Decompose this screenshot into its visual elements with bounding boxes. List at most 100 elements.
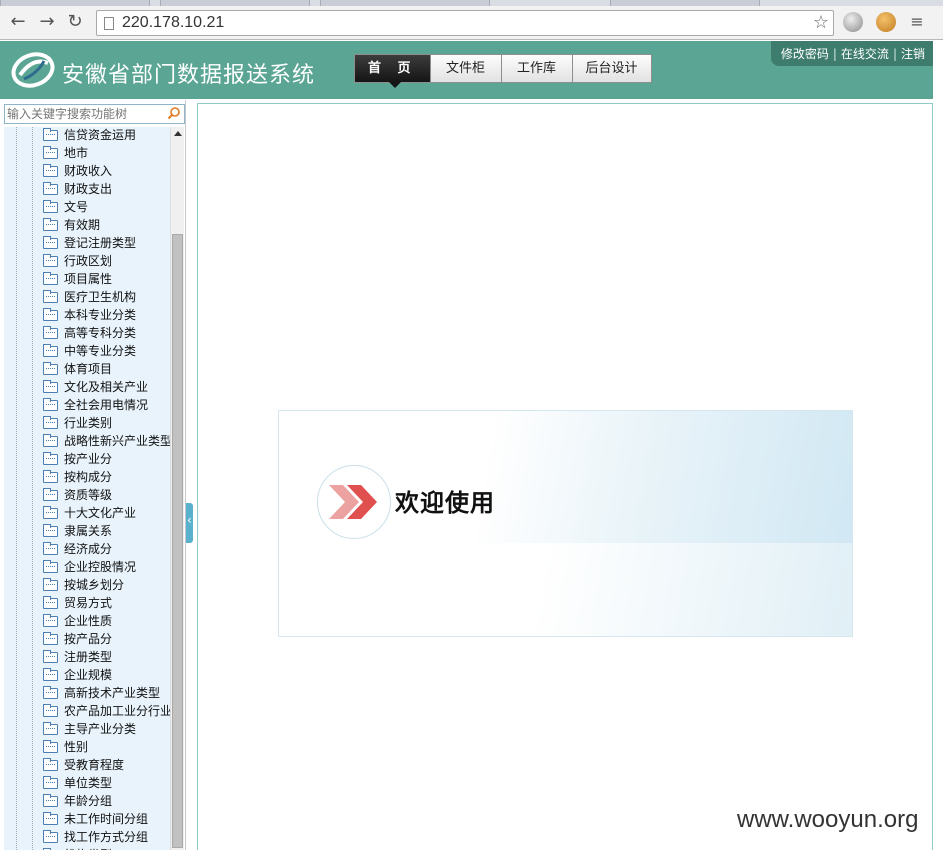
reload-icon[interactable]: ↻ [64,11,86,33]
top-navigation: 首 页 文件柜 工作库 后台设计 [354,54,652,88]
folder-icon [43,218,58,231]
tree-item-label: 本科专业分类 [64,308,137,322]
tree-item[interactable]: 行政区划 [4,252,170,270]
search-icon[interactable] [167,106,181,120]
tree-item[interactable]: 主导产业分类 [4,720,170,738]
folder-icon [43,524,58,537]
back-arrow-icon[interactable]: ← [7,11,29,33]
address-bar[interactable]: 220.178.10.21 ☆ [96,10,834,36]
scroll-up-arrow-icon[interactable] [174,131,182,136]
tree-item[interactable]: 找工作方式分组 [4,828,170,846]
tree-item[interactable]: 项目属性 [4,270,170,288]
app-header: 安徽省部门数据报送系统 首 页 文件柜 工作库 后台设计 修改密码 | 在线交流… [0,41,933,99]
tree-item-label: 高等专科分类 [64,326,137,340]
folder-icon [43,614,58,627]
tree-item[interactable]: 隶属关系 [4,522,170,540]
tree-item[interactable]: 受教育程度 [4,756,170,774]
tree-item-label: 高新技术产业类型 [64,686,161,700]
tree-item-label: 贸易方式 [64,596,113,610]
tree-item-label: 按城乡划分 [64,578,125,592]
tree-item[interactable]: 按城乡划分 [4,576,170,594]
folder-icon [43,362,58,375]
tree-item[interactable]: 性别 [4,738,170,756]
tree-item[interactable]: 贸易方式 [4,594,170,612]
tree-item[interactable]: 农产品加工业分行业 [4,702,170,720]
tree-item[interactable]: 财政收入 [4,162,170,180]
tab-backend-design[interactable]: 后台设计 [571,54,652,83]
tree-item-label: 文号 [64,200,89,214]
menu-icon[interactable]: ≡ [906,11,928,33]
page-icon [104,17,114,30]
tree-item[interactable]: 资质等级 [4,486,170,504]
tree-item[interactable]: 按产业分 [4,450,170,468]
tree-item[interactable]: 文号 [4,198,170,216]
folder-icon [43,290,58,303]
bookmark-star-icon[interactable]: ☆ [813,12,829,33]
tree-item[interactable]: 按产品分 [4,630,170,648]
app-title: 安徽省部门数据报送系统 [62,63,316,88]
tree-item-label: 农产品加工业分行业 [64,704,170,718]
tree-item[interactable]: 注册类型 [4,648,170,666]
change-password-link[interactable]: 修改密码 [781,45,829,62]
tree-item[interactable]: 登记注册类型 [4,234,170,252]
tree-item[interactable]: 本科专业分类 [4,306,170,324]
function-tree: 信贷资金运用 地市 财政收入 财政支出文号有效期 登记注册类型 行政区划项目属性医疗卫生机… [4,127,170,850]
tree-item-label: 资质等级 [64,488,113,502]
tree-item[interactable]: 单位类型 [4,774,170,792]
tree-item[interactable]: 中等专业分类 [4,342,170,360]
tree-item[interactable]: 全社会用电情况 [4,396,170,414]
tree-item-label: 企业控股情况 [64,560,137,574]
folder-icon [43,704,58,717]
tree-item[interactable]: 十大文化产业 [4,504,170,522]
tree-item[interactable]: 企业规模 [4,666,170,684]
tab-file-cabinet[interactable]: 文件柜 [429,54,502,83]
folder-icon [43,182,58,195]
folder-icon [43,560,58,573]
tree-item[interactable]: 机构类型 [4,846,170,850]
tree-item[interactable]: 战略性新兴产业类型 [4,432,170,450]
tree-item-label: 企业性质 [64,614,113,628]
tree-item[interactable]: 按构成分 [4,468,170,486]
tree-item-label: 注册类型 [64,650,113,664]
address-url[interactable]: 220.178.10.21 [122,14,224,32]
online-chat-link[interactable]: 在线交流 [841,45,889,62]
tree-item[interactable]: 文化及相关产业 [4,378,170,396]
tree-item[interactable]: 企业性质 [4,612,170,630]
globe-extension-icon[interactable] [843,12,863,32]
sidebar: 信贷资金运用地市财政收入财政支出文号有效期登记注册类型行政区划项目属性医疗卫生机… [0,100,186,850]
tree-item[interactable]: 财政支出 [4,180,170,198]
scrollbar-thumb[interactable] [172,234,183,848]
welcome-text: 欢迎使用 [395,488,495,517]
collapse-sidebar-handle[interactable] [186,503,193,543]
tree-item[interactable]: 信贷资金运用 [4,127,170,144]
tree-item-label: 按产品分 [64,632,113,646]
forward-arrow-icon[interactable]: → [36,11,58,33]
banner-band [279,543,852,636]
tree-item[interactable]: 有效期 [4,216,170,234]
tree-item-label: 性别 [64,740,89,754]
tree-item[interactable]: 年龄分组 [4,792,170,810]
tree-item[interactable]: 未工作时间分组 [4,810,170,828]
tree-search-input[interactable] [7,106,165,122]
tree-scrollbar[interactable] [170,127,184,850]
tree-item[interactable]: 地市 [4,144,170,162]
tree-item[interactable]: 企业控股情况 [4,558,170,576]
tree-item[interactable]: 高等专科分类 [4,324,170,342]
cookie-extension-icon[interactable] [876,12,896,32]
tree-item[interactable]: 高新技术产业类型 [4,684,170,702]
folder-icon [43,254,58,267]
folder-icon [43,164,58,177]
folder-icon [43,722,58,735]
tree-item[interactable]: 医疗卫生机构 [4,288,170,306]
tree-item[interactable]: 体育项目 [4,360,170,378]
tree-item[interactable]: 经济成分 [4,540,170,558]
tree-list: 信贷资金运用 地市 财政收入 财政支出文号有效期 登记注册类型 行政区划项目属性医疗卫生机… [4,127,170,850]
tree-item[interactable]: 行业类别 [4,414,170,432]
separator: | [832,46,837,61]
tab-home[interactable]: 首 页 [354,54,431,88]
tab-workspace[interactable]: 工作库 [500,54,573,83]
logout-link[interactable]: 注销 [901,45,925,62]
tree-item-label: 医疗卫生机构 [64,290,137,304]
tree-item-label: 项目属性 [64,272,113,286]
folder-icon [43,686,58,699]
